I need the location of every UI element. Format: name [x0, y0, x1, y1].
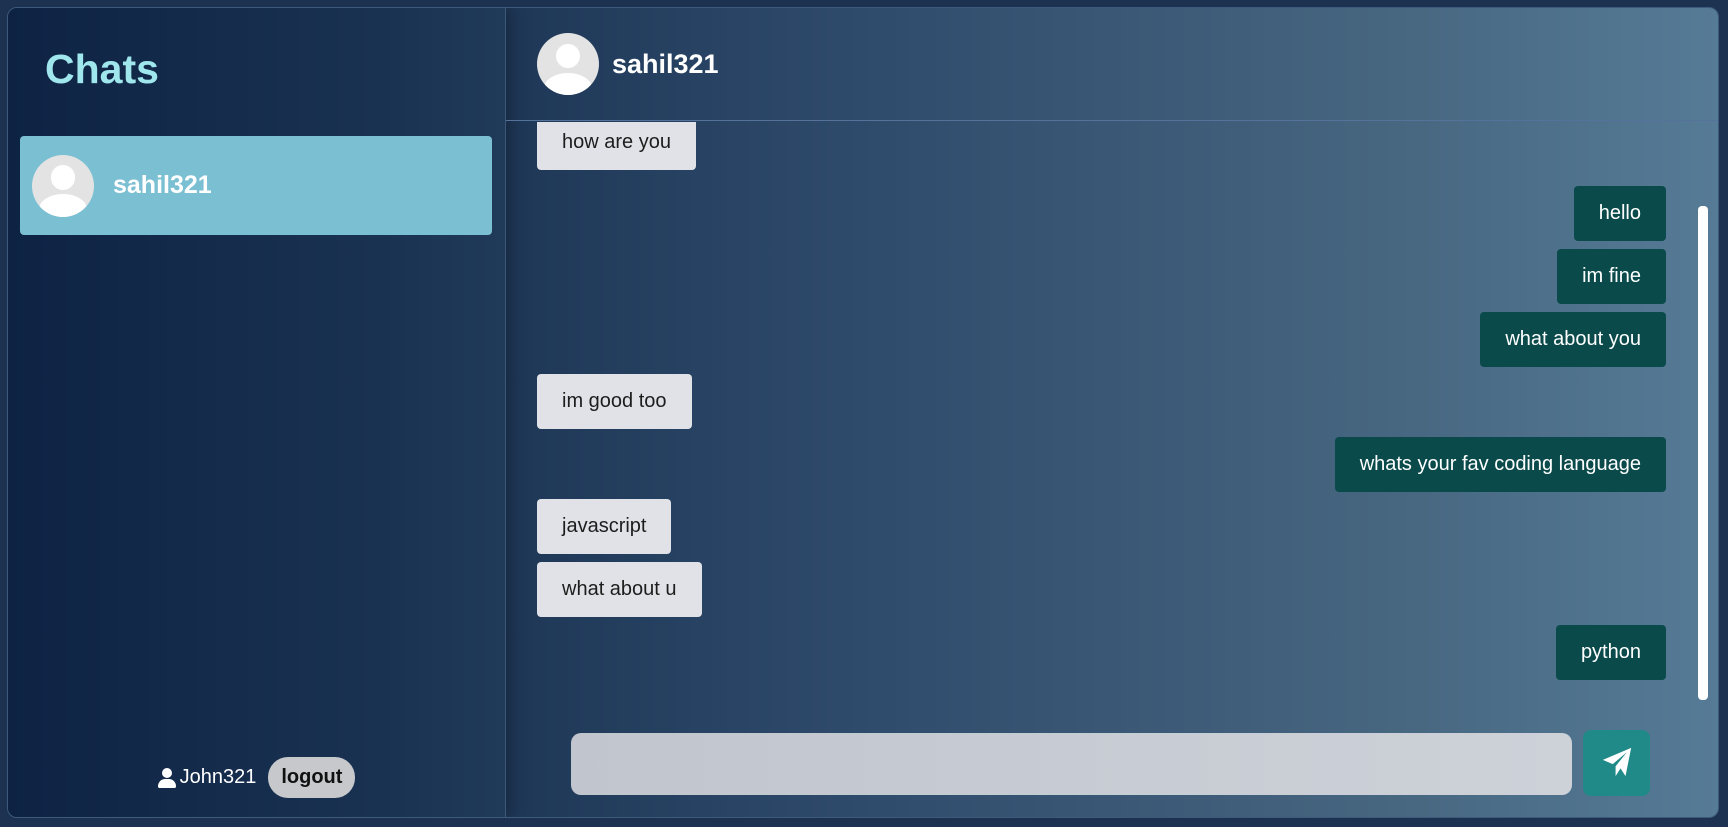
logout-button[interactable]: logout: [268, 757, 356, 798]
chat-item-name: sahil321: [113, 171, 212, 199]
message-outgoing: hello: [1573, 186, 1666, 241]
message-incoming: javascript: [537, 499, 672, 554]
message-outgoing: whats your fav coding language: [1334, 437, 1666, 492]
contact-avatar-icon: [537, 33, 599, 95]
message-list[interactable]: how are you hello im fine what about you…: [506, 122, 1706, 700]
user-icon: [157, 767, 176, 788]
avatar-icon: [32, 154, 94, 217]
chat-list-item-sahil321[interactable]: sahil321: [20, 136, 492, 235]
paper-plane-icon: [1600, 745, 1634, 782]
send-button[interactable]: [1583, 730, 1650, 796]
message-incoming: im good too: [537, 374, 692, 429]
message-outgoing: what about you: [1480, 312, 1666, 367]
sidebar-title: Chats: [45, 46, 159, 92]
conversation-panel: sahil321 how are you hello im fine what …: [506, 8, 1718, 817]
sidebar: Chats sahil321 John321 logout: [8, 8, 506, 817]
conversation-header: sahil321: [506, 8, 1718, 121]
message-input[interactable]: [571, 733, 1572, 795]
scrollbar-thumb[interactable]: [1698, 206, 1708, 700]
message-outgoing: im fine: [1557, 249, 1666, 304]
current-username: John321: [179, 766, 257, 788]
contact-name: sahil321: [612, 48, 719, 79]
sidebar-footer: John321 logout: [8, 757, 505, 798]
message-incoming: how are you: [537, 122, 696, 170]
current-user: John321: [157, 766, 257, 789]
message-outgoing: python: [1555, 625, 1666, 680]
message-composer: [571, 726, 1651, 797]
chat-app: Chats sahil321 John321 logout sahil321 h…: [7, 7, 1719, 818]
message-incoming: what about u: [537, 562, 702, 617]
message-scrollbar[interactable]: [1698, 122, 1708, 700]
